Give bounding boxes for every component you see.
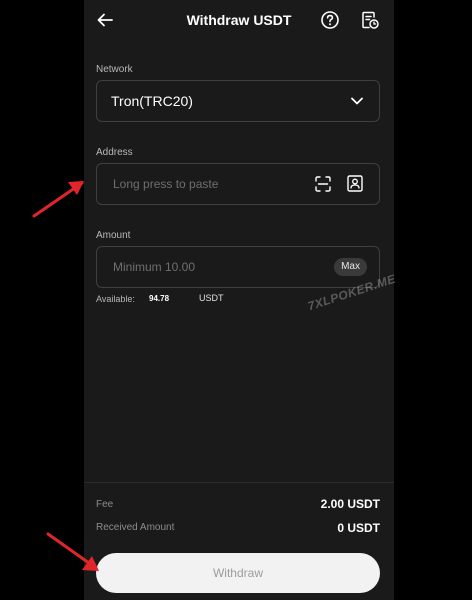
scan-icon[interactable] (315, 176, 331, 192)
address-input[interactable] (113, 164, 303, 204)
annotation-arrow-withdraw (46, 532, 99, 571)
contact-book-icon[interactable] (347, 175, 363, 192)
network-value: Tron(TRC20) (111, 93, 193, 109)
header: Withdraw USDT (84, 0, 394, 40)
fee-value: 2.00 USDT (320, 497, 380, 511)
amount-label: Amount (96, 230, 131, 241)
address-label: Address (96, 147, 133, 158)
withdraw-button[interactable]: Withdraw (96, 553, 380, 593)
history-icon[interactable] (360, 10, 380, 30)
annotation-arrow-address (32, 181, 84, 218)
network-label: Network (96, 64, 133, 75)
available-value: 94.78 (149, 294, 170, 303)
amount-field: Max (96, 246, 380, 288)
received-amount-label: Received Amount (96, 522, 175, 533)
chevron-down-icon[interactable] (351, 96, 363, 106)
received-amount-value: 0 USDT (337, 521, 380, 535)
amount-input[interactable] (113, 247, 303, 287)
max-button[interactable]: Max (334, 258, 367, 276)
divider (84, 482, 394, 483)
withdraw-screen: Withdraw USDT Network Tron(TRC20) Addres… (84, 0, 397, 600)
network-select[interactable]: Tron(TRC20) (96, 80, 380, 122)
available-unit: USDT (199, 293, 224, 303)
fee-label: Fee (96, 499, 114, 510)
address-field (96, 163, 380, 205)
help-icon[interactable] (320, 10, 340, 30)
available-label: Available: (96, 294, 135, 304)
page-title: Withdraw USDT (186, 12, 292, 28)
